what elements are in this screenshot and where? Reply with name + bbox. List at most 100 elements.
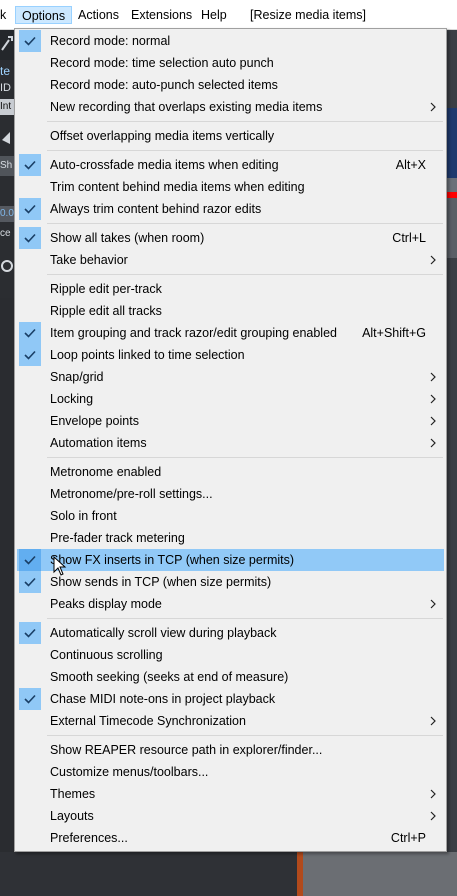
menu-actions[interactable]: Actions bbox=[78, 8, 119, 22]
menu-item-pre-fader-metering[interactable]: Pre-fader track metering bbox=[17, 527, 444, 549]
bottom-area-background bbox=[0, 852, 457, 896]
menu-item-label: Offset overlapping media items verticall… bbox=[50, 129, 275, 143]
menu-separator bbox=[47, 735, 443, 736]
menu-item-loop-points-linked[interactable]: Loop points linked to time selection bbox=[17, 344, 444, 366]
menu-item-label: Show sends in TCP (when size permits) bbox=[50, 575, 272, 589]
track-id-fragment: ID bbox=[0, 82, 11, 94]
menu-item-envelope-points[interactable]: Envelope points bbox=[17, 410, 444, 432]
checkmark-icon bbox=[19, 344, 41, 366]
checkmark-icon bbox=[19, 322, 41, 344]
menu-item-label: Always trim content behind razor edits bbox=[50, 202, 262, 216]
menu-item-record-mode-auto-punch[interactable]: Record mode: auto-punch selected items bbox=[17, 74, 444, 96]
menu-item-ripple-all-tracks[interactable]: Ripple edit all tracks bbox=[17, 300, 444, 322]
menu-item-metronome-enabled[interactable]: Metronome enabled bbox=[17, 461, 444, 483]
menu-item-label: Show REAPER resource path in explorer/fi… bbox=[50, 743, 323, 757]
menu-help[interactable]: Help bbox=[201, 8, 227, 22]
menu-item-take-behavior[interactable]: Take behavior bbox=[17, 249, 444, 271]
menu-item-label: Snap/grid bbox=[50, 370, 104, 384]
menu-item-record-mode-time-selection[interactable]: Record mode: time selection auto punch bbox=[17, 52, 444, 74]
label-fragment: ce bbox=[0, 228, 11, 239]
menu-item-label: Peaks display mode bbox=[50, 597, 162, 611]
menu-item-snap-grid[interactable]: Snap/grid bbox=[17, 366, 444, 388]
menu-item-chase-midi[interactable]: Chase MIDI note-ons in project playback bbox=[17, 688, 444, 710]
menu-separator bbox=[47, 618, 443, 619]
menu-item-label: Record mode: time selection auto punch bbox=[50, 56, 274, 70]
menu-item-label: Ripple edit per-track bbox=[50, 282, 162, 296]
menu-separator bbox=[47, 457, 443, 458]
menu-separator bbox=[47, 121, 443, 122]
menu-item-label: External Timecode Synchronization bbox=[50, 714, 246, 728]
menu-item-themes[interactable]: Themes bbox=[17, 783, 444, 805]
menu-item-trim-content[interactable]: Trim content behind media items when edi… bbox=[17, 176, 444, 198]
checkmark-icon bbox=[19, 688, 41, 710]
submenu-arrow-icon bbox=[430, 789, 436, 799]
menu-extensions[interactable]: Extensions bbox=[131, 8, 192, 22]
menu-item-auto-crossfade[interactable]: Auto-crossfade media items when editing … bbox=[17, 154, 444, 176]
menu-item-offset-overlapping[interactable]: Offset overlapping media items verticall… bbox=[17, 125, 444, 147]
menu-options[interactable]: Options bbox=[15, 6, 73, 24]
menu-item-label: Chase MIDI note-ons in project playback bbox=[50, 692, 276, 706]
menu-item-always-trim-razor[interactable]: Always trim content behind razor edits bbox=[17, 198, 444, 220]
menu-item-locking[interactable]: Locking bbox=[17, 388, 444, 410]
menu-item-label: Envelope points bbox=[50, 414, 139, 428]
menu-item-label: Pre-fader track metering bbox=[50, 531, 185, 545]
menu-item-label: Solo in front bbox=[50, 509, 117, 523]
menu-item-solo-in-front[interactable]: Solo in front bbox=[17, 505, 444, 527]
menu-item-preferences[interactable]: Preferences... Ctrl+P bbox=[17, 827, 444, 849]
menu-item-record-mode-normal[interactable]: Record mode: normal bbox=[17, 30, 444, 52]
menu-item-ripple-per-track[interactable]: Ripple edit per-track bbox=[17, 278, 444, 300]
menu-item-label: Show all takes (when room) bbox=[50, 231, 205, 245]
submenu-arrow-icon bbox=[430, 416, 436, 426]
menu-item-label: Record mode: normal bbox=[50, 34, 171, 48]
menu-item-metronome-settings[interactable]: Metronome/pre-roll settings... bbox=[17, 483, 444, 505]
menu-file-partial[interactable]: k bbox=[0, 8, 6, 22]
mouse-cursor-icon bbox=[53, 556, 67, 576]
submenu-arrow-icon bbox=[430, 438, 436, 448]
menu-item-layouts[interactable]: Layouts bbox=[17, 805, 444, 827]
menu-item-label: Layouts bbox=[50, 809, 94, 823]
menu-item-show-sends[interactable]: Show sends in TCP (when size permits) bbox=[17, 571, 444, 593]
submenu-arrow-icon bbox=[430, 716, 436, 726]
menu-separator bbox=[47, 150, 443, 151]
menu-item-show-fx-inserts[interactable]: Show FX inserts in TCP (when size permit… bbox=[17, 549, 444, 571]
menu-item-shortcut: Alt+X bbox=[395, 158, 426, 172]
value-fragment: 0.0 bbox=[0, 208, 14, 219]
checkmark-icon bbox=[19, 227, 41, 249]
menu-item-label: Metronome enabled bbox=[50, 465, 162, 479]
menu-item-smooth-seeking[interactable]: Smooth seeking (seeks at end of measure) bbox=[17, 666, 444, 688]
menu-item-label: Auto-crossfade media items when editing bbox=[50, 158, 279, 172]
menu-item-shortcut: Ctrl+L bbox=[392, 231, 426, 245]
menu-item-label: Ripple edit all tracks bbox=[50, 304, 162, 318]
menu-item-peaks-display-mode[interactable]: Peaks display mode bbox=[17, 593, 444, 615]
menu-item-show-resource-path[interactable]: Show REAPER resource path in explorer/fi… bbox=[17, 739, 444, 761]
menu-item-label: Trim content behind media items when edi… bbox=[50, 180, 305, 194]
menu-item-shortcut: Alt+Shift+G bbox=[362, 326, 426, 340]
checkmark-icon bbox=[19, 571, 41, 593]
menu-item-label: Automatically scroll view during playbac… bbox=[50, 626, 277, 640]
menu-item-continuous-scrolling[interactable]: Continuous scrolling bbox=[17, 644, 444, 666]
menu-item-item-grouping[interactable]: Item grouping and track razor/edit group… bbox=[17, 322, 444, 344]
menu-item-label: Continuous scrolling bbox=[50, 648, 163, 662]
menu-item-show-all-takes[interactable]: Show all takes (when room) Ctrl+L bbox=[17, 227, 444, 249]
menu-item-automation-items[interactable]: Automation items bbox=[17, 432, 444, 454]
show-label-fragment: Sh bbox=[0, 160, 13, 171]
menu-item-label: Themes bbox=[50, 787, 96, 801]
menu-item-auto-scroll-playback[interactable]: Automatically scroll view during playbac… bbox=[17, 622, 444, 644]
menu-item-shortcut: Ctrl+P bbox=[390, 831, 426, 845]
bottom-lane-light bbox=[303, 852, 457, 896]
menu-item-label: New recording that overlaps existing med… bbox=[50, 100, 323, 114]
menu-item-label: Locking bbox=[50, 392, 94, 406]
menu-separator bbox=[47, 223, 443, 224]
input-label-fragment: Int bbox=[0, 101, 12, 112]
checkmark-icon bbox=[19, 622, 41, 644]
checkmark-icon bbox=[19, 198, 41, 220]
menu-item-customize-menus[interactable]: Customize menus/toolbars... bbox=[17, 761, 444, 783]
submenu-arrow-icon bbox=[430, 599, 436, 609]
menu-item-label: Loop points linked to time selection bbox=[50, 348, 245, 362]
track-name-fragment: te bbox=[0, 64, 11, 78]
submenu-arrow-icon bbox=[430, 811, 436, 821]
menu-bar: k Options Actions Extensions Help [Resiz… bbox=[0, 0, 457, 30]
menu-item-label: Automation items bbox=[50, 436, 147, 450]
menu-item-external-timecode[interactable]: External Timecode Synchronization bbox=[17, 710, 444, 732]
menu-item-new-recording-overlaps[interactable]: New recording that overlaps existing med… bbox=[17, 96, 444, 118]
